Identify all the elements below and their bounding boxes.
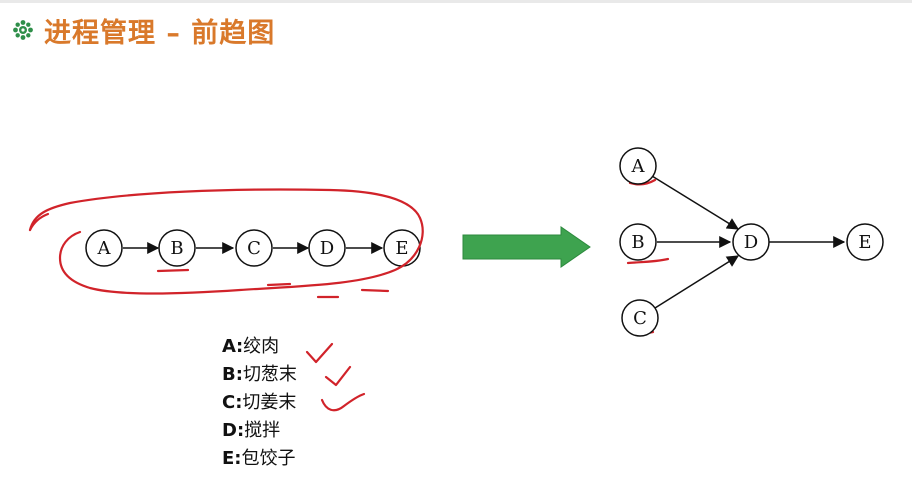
legend-separator: : <box>236 420 245 441</box>
right-arrow-icon <box>462 226 591 268</box>
edge-a-d <box>651 175 740 230</box>
chain-node-a: A <box>85 229 123 267</box>
legend-text: 搅拌 <box>244 420 281 441</box>
dash-3 <box>360 288 390 293</box>
legend-text: 绞肉 <box>243 336 280 357</box>
dag-node-b: B <box>619 223 657 261</box>
node-label: D <box>320 238 334 259</box>
legend-item-d: D: 搅拌 <box>222 417 297 445</box>
legend-item-e: E: 包饺子 <box>222 445 297 473</box>
chain-node-c: C <box>235 229 273 267</box>
chain-node-b: B <box>158 229 196 267</box>
node-label: D <box>744 232 758 253</box>
dag-node-c: C <box>621 299 659 337</box>
legend-item-c: C: 切姜末 <box>222 389 297 417</box>
legend-item-b: B: 切葱末 <box>222 361 297 389</box>
dag-node-e: E <box>846 223 884 261</box>
node-label: E <box>858 232 871 253</box>
checkmark-1 <box>305 342 334 364</box>
node-label: A <box>631 156 646 177</box>
legend-text: 包饺子 <box>241 448 296 469</box>
underline-b <box>156 268 190 273</box>
dag-node-d: D <box>732 223 770 261</box>
legend-separator: : <box>234 448 242 469</box>
handwritten-annotations <box>28 178 670 412</box>
slide: 进程管理 – 前趋图 A B C D E A B C D E A: 绞肉 B … <box>0 0 912 488</box>
legend-separator: : <box>235 336 244 357</box>
legend-key: A <box>222 336 236 357</box>
legend-separator: : <box>235 364 243 385</box>
checkmark-2 <box>324 365 352 387</box>
legend-item-a: A: 绞肉 <box>222 333 297 361</box>
right-dag-graph: A B C D E <box>619 147 884 337</box>
left-chain-graph: A B C D E <box>85 229 421 267</box>
legend-key: D <box>222 420 237 441</box>
chain-node-d: D <box>308 229 346 267</box>
checkmark-3 <box>320 392 366 412</box>
node-label: C <box>247 238 261 259</box>
legend-text: 切葱末 <box>242 364 297 385</box>
node-label: E <box>395 238 408 259</box>
dag-node-a: A <box>619 147 657 185</box>
diagram-canvas: A B C D E A B C D E <box>28 147 884 412</box>
node-label: C <box>633 308 647 329</box>
legend-key: E <box>222 448 235 469</box>
legend-key: B <box>222 364 236 385</box>
node-label: A <box>97 238 112 259</box>
node-label: B <box>170 238 183 259</box>
edge-c-d <box>654 255 740 309</box>
task-legend: A: 绞肉 B: 切葱末 C: 切姜末 D: 搅拌 E: 包饺子 <box>222 333 297 473</box>
node-label: B <box>631 232 644 253</box>
legend-text: 切姜末 <box>242 392 297 413</box>
legend-separator: : <box>235 392 243 413</box>
legend-key: C <box>222 392 236 413</box>
dash-1 <box>266 282 292 287</box>
chain-node-e: E <box>383 229 421 267</box>
